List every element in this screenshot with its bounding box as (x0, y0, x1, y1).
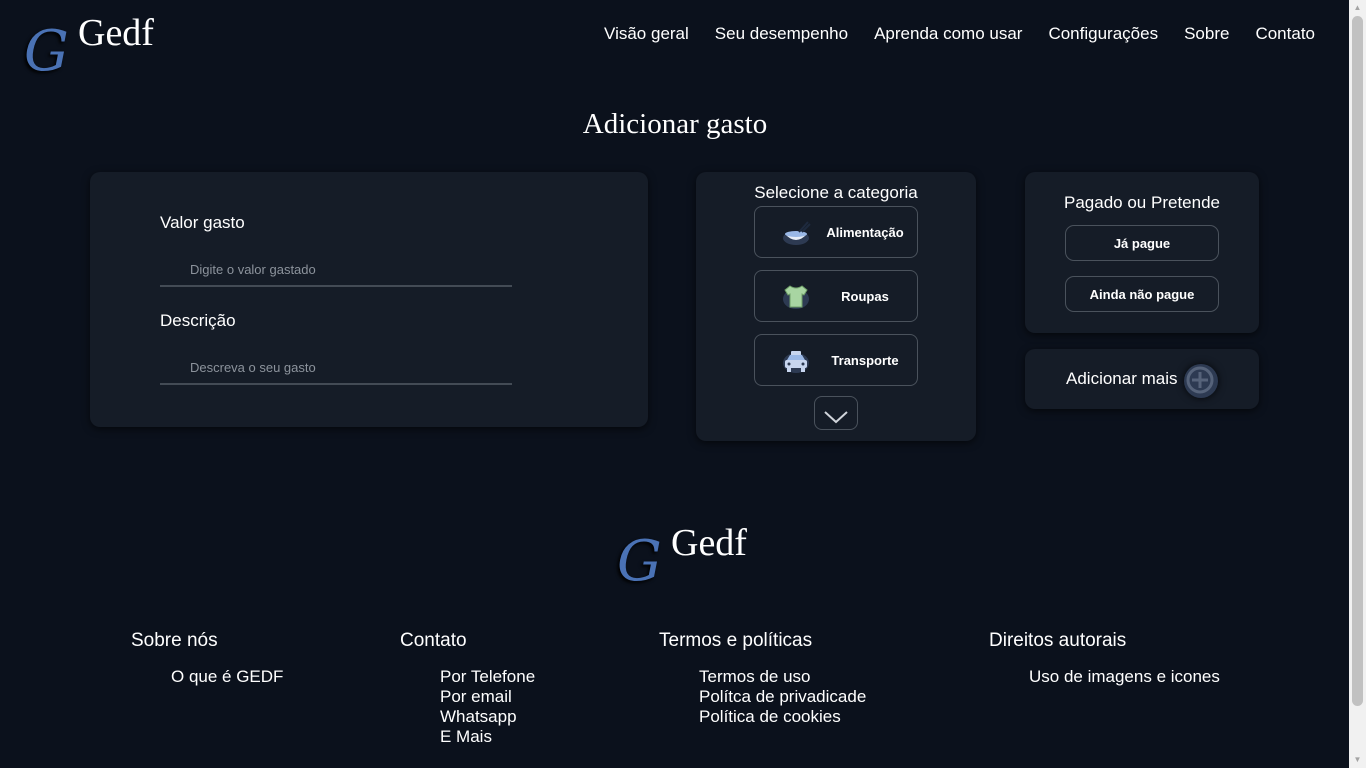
more-categories-button[interactable] (814, 396, 858, 430)
nav-link-aprenda[interactable]: Aprenda como usar (874, 24, 1022, 44)
footer-links-termos: Termos de uso Polítca de privadicade Pol… (699, 667, 866, 727)
value-label: Valor gasto (160, 213, 245, 232)
category-alimentacao-button[interactable]: Alimentação (754, 206, 918, 258)
header-logo[interactable]: G Gedf (22, 12, 172, 84)
category-card: Selecione a categoria Alimentação Roupas (696, 172, 976, 441)
category-label: Roupas (841, 289, 889, 304)
footer-link[interactable]: O que é GEDF (171, 667, 283, 687)
nav-link-contato[interactable]: Contato (1255, 24, 1315, 44)
footer-link[interactable]: Uso de imagens e icones (1029, 667, 1220, 687)
footer-logo[interactable]: G Gedf (615, 522, 765, 594)
scroll-down-icon[interactable]: ▼ (1349, 752, 1366, 768)
footer-link[interactable]: Termos de uso (699, 667, 866, 687)
description-label: Descrição (160, 311, 236, 330)
footer-heading-sobre: Sobre nós (131, 630, 218, 651)
nav-link-sobre[interactable]: Sobre (1184, 24, 1229, 44)
footer-links-sobre: O que é GEDF (171, 667, 283, 687)
description-input[interactable] (160, 351, 512, 385)
car-icon (781, 347, 811, 375)
shirt-icon (781, 283, 811, 311)
chevron-down-icon (824, 411, 848, 424)
add-more-card[interactable]: Adicionar mais (1025, 349, 1259, 409)
logo-g-mark: G (24, 19, 69, 84)
paid-button[interactable]: Já pague (1065, 225, 1219, 261)
footer-link[interactable]: Política de cookies (699, 707, 866, 727)
nav-link-seu-desempenho[interactable]: Seu desempenho (715, 24, 848, 44)
category-label: Alimentação (826, 225, 904, 240)
payment-status-card: Pagado ou Pretende Já pague Ainda não pa… (1025, 172, 1259, 333)
footer-heading-contato: Contato (400, 630, 467, 651)
footer-heading-termos: Termos e políticas (659, 630, 813, 651)
page-title: Adicionar gasto (582, 108, 768, 140)
page-scrollbar[interactable]: ▲ ▼ (1349, 0, 1366, 768)
footer-links-direitos: Uso de imagens e icones (1029, 667, 1220, 687)
footer-link[interactable]: Por email (440, 687, 535, 707)
value-input[interactable] (160, 253, 512, 287)
category-title: Selecione a categoria (754, 183, 918, 202)
footer-link[interactable]: Whatsapp (440, 707, 535, 727)
unpaid-button[interactable]: Ainda não pague (1065, 276, 1219, 312)
payment-title: Pagado ou Pretende (1064, 193, 1220, 212)
footer-link[interactable]: E Mais (440, 727, 535, 747)
scrollbar-thumb[interactable] (1352, 16, 1363, 706)
logo-wordmark: Gedf (671, 522, 747, 564)
add-more-label: Adicionar mais (1066, 369, 1178, 388)
footer-link[interactable]: Polítca de privadicade (699, 687, 866, 707)
main-nav: Visão geral Seu desempenho Aprenda como … (604, 24, 1315, 44)
expense-form-card: Valor gasto Descrição (90, 172, 648, 427)
footer-link[interactable]: Por Telefone (440, 667, 535, 687)
category-transporte-button[interactable]: Transporte (754, 334, 918, 386)
footer-links-contato: Por Telefone Por email Whatsapp E Mais (440, 667, 535, 747)
logo-wordmark: Gedf (78, 12, 154, 54)
nav-link-visao-geral[interactable]: Visão geral (604, 24, 689, 44)
food-bowl-icon (781, 219, 811, 247)
plus-circle-icon[interactable] (1184, 364, 1218, 398)
logo-g-mark: G (617, 529, 662, 594)
scroll-up-icon[interactable]: ▲ (1349, 0, 1366, 16)
nav-link-configuracoes[interactable]: Configurações (1048, 24, 1158, 44)
category-roupas-button[interactable]: Roupas (754, 270, 918, 322)
category-label: Transporte (831, 353, 899, 368)
footer-heading-direitos: Direitos autorais (989, 630, 1127, 651)
